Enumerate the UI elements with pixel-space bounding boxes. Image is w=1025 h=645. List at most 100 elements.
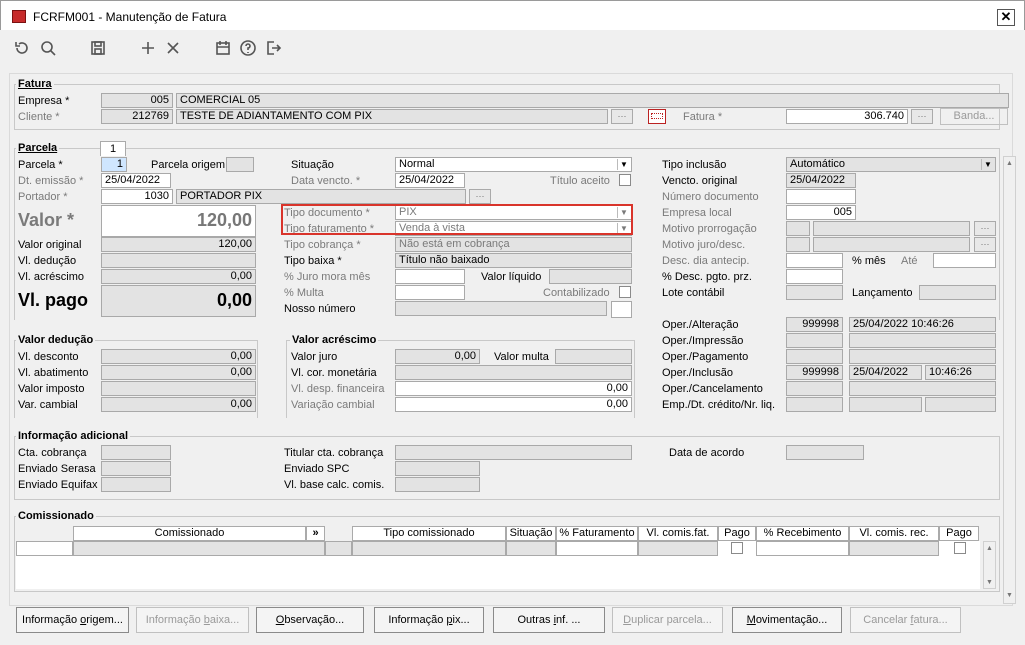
oper-cancelamento-label: Oper./Cancelamento	[662, 383, 763, 395]
info-pix-button[interactable]: Informação pix...	[374, 607, 484, 633]
col-tipo-comissionado[interactable]: Tipo comissionado	[352, 526, 506, 541]
save-icon[interactable]	[87, 37, 109, 59]
empresa-name-field: COMERCIAL 05	[176, 93, 1009, 108]
dt-emissao-field[interactable]: 25/04/2022	[101, 173, 171, 188]
fatura-lookup-button[interactable]: ⋯	[911, 109, 933, 124]
oper-alteracao-user: 999998	[786, 317, 843, 332]
cliente-label: Cliente *	[18, 111, 60, 123]
desc-dia-field[interactable]	[786, 253, 843, 268]
comissionado-row-pct-fat[interactable]	[556, 541, 638, 556]
desp-financeira-label: Vl. desp. financeira	[291, 383, 385, 395]
title-bar: FCRFM001 - Manutenção de Fatura ✕	[0, 0, 1025, 30]
titulo-aceito-checkbox[interactable]	[619, 174, 631, 186]
info-origem-button[interactable]: Informação origem...	[16, 607, 129, 633]
oper-inclusao-user: 999998	[786, 365, 843, 380]
valor-field[interactable]: 120,00	[101, 205, 256, 237]
empresa-local-label: Empresa local	[662, 207, 732, 219]
exit-icon[interactable]	[262, 37, 284, 59]
chevron-down-icon: ▼	[981, 159, 994, 170]
tipo-inclusao-value: Automático	[790, 158, 846, 170]
fatura-number-field[interactable]: 306.740	[786, 109, 908, 124]
delete-icon[interactable]	[162, 37, 184, 59]
desc-dia-label: Desc. dia antecip.	[662, 255, 750, 267]
portador-code-field[interactable]: 1030	[101, 189, 173, 204]
valor-original-label: Valor original	[18, 239, 82, 251]
col-pago-rec[interactable]: Pago	[939, 526, 979, 541]
tipo-baixa-field: Título não baixado	[395, 253, 632, 268]
observacao-button[interactable]: Observação...	[256, 607, 364, 633]
lancamento-label: Lançamento	[852, 287, 913, 299]
movimentacao-button[interactable]: Movimentação...	[732, 607, 842, 633]
col-pct-recebimento[interactable]: % Recebimento	[756, 526, 849, 541]
info-baixa-button[interactable]: Informação baixa...	[136, 607, 249, 633]
comissionado-row-code[interactable]	[16, 541, 73, 556]
tab-parcela-1[interactable]: 1	[100, 141, 126, 156]
emp-credito-date	[849, 397, 922, 412]
oper-inclusao-date: 25/04/2022	[849, 365, 922, 380]
col-pct-faturamento[interactable]: % Faturamento	[556, 526, 638, 541]
motivo-prorrog-lookup[interactable]: ⋯	[974, 221, 996, 236]
banda-button[interactable]: Banda...	[940, 108, 1008, 125]
comissionado-row-pct-rec[interactable]	[756, 541, 849, 556]
col-situacao[interactable]: Situação	[506, 526, 556, 541]
close-button[interactable]: ✕	[997, 9, 1015, 26]
calendar-icon[interactable]	[212, 37, 234, 59]
outras-inf-button[interactable]: Outras inf. ...	[493, 607, 605, 633]
titular-cta-label: Titular cta. cobrança	[284, 447, 384, 459]
empresa-code-field[interactable]: 005	[101, 93, 173, 108]
cliente-lookup-button[interactable]: ⋯	[611, 109, 633, 124]
multa-field[interactable]	[395, 285, 465, 300]
tipo-inclusao-select[interactable]: Automático ▼	[786, 157, 996, 172]
col-expand[interactable]: »	[306, 526, 325, 541]
comissionado-row-vl-rec	[849, 541, 939, 556]
comissionado-row-pago-rec-checkbox[interactable]	[954, 542, 966, 554]
oper-alteracao-label: Oper./Alteração	[662, 319, 739, 331]
juro-mora-field[interactable]	[395, 269, 465, 284]
dt-vencto-label: Data vencto. *	[291, 175, 361, 187]
enviado-spc-label: Enviado SPC	[284, 463, 350, 475]
vl-acrescimo-field: 0,00	[101, 269, 256, 284]
oper-pagamento-label: Oper./Pagamento	[662, 351, 749, 363]
dt-vencto-field[interactable]: 25/04/2022	[395, 173, 465, 188]
col-vl-comis-rec[interactable]: Vl. comis. rec.	[849, 526, 939, 541]
help-icon[interactable]	[237, 37, 259, 59]
motivo-juro-lookup[interactable]: ⋯	[974, 237, 996, 252]
oper-pagamento-datetime	[849, 349, 996, 364]
cancelar-fatura-button[interactable]: Cancelar fatura...	[850, 607, 961, 633]
main-scrollbar[interactable]: ▲ ▼	[1003, 156, 1016, 604]
enviado-equifax-field	[101, 477, 171, 492]
tipo-inclusao-label: Tipo inclusão	[662, 159, 727, 171]
desc-pgto-field[interactable]	[786, 269, 843, 284]
cliente-code-field[interactable]: 212769	[101, 109, 173, 124]
comissionado-scrollbar[interactable]: ▲ ▼	[983, 541, 996, 589]
oper-impressao-label: Oper./Impressão	[662, 335, 744, 347]
numero-doc-field[interactable]	[786, 189, 856, 204]
col-vl-comis-fat[interactable]: Vl. comis.fat.	[638, 526, 718, 541]
vl-acrescimo-label: Vl. acréscimo	[18, 271, 85, 283]
nosso-numero-digit-field[interactable]	[611, 301, 632, 318]
comissionado-row-pago-fat-checkbox[interactable]	[731, 542, 743, 554]
lancamento-field	[919, 285, 996, 300]
oper-impressao-datetime	[849, 333, 996, 348]
situacao-select[interactable]: Normal ▼	[395, 157, 632, 172]
undo-icon[interactable]	[11, 37, 33, 59]
duplicar-parcela-button[interactable]: Duplicar parcela...	[612, 607, 723, 633]
add-icon[interactable]	[137, 37, 159, 59]
ate-field[interactable]	[933, 253, 996, 268]
empresa-local-field[interactable]: 005	[786, 205, 856, 220]
portador-lookup-button[interactable]: ⋯	[469, 189, 491, 204]
calendar-picker-icon[interactable]	[648, 109, 666, 124]
cta-cobranca-field	[101, 445, 171, 460]
desp-financeira-field[interactable]: 0,00	[395, 381, 632, 396]
enviado-equifax-label: Enviado Equifax	[18, 479, 98, 491]
comissionado-row-tipo	[352, 541, 506, 556]
parcela-field[interactable]: 1	[101, 157, 127, 172]
variacao-cambial-field[interactable]: 0,00	[395, 397, 632, 412]
search-icon[interactable]	[37, 37, 59, 59]
col-comissionado[interactable]: Comissionado	[73, 526, 306, 541]
col-pago-fat[interactable]: Pago	[718, 526, 756, 541]
contabilizado-checkbox[interactable]	[619, 286, 631, 298]
oper-impressao-user	[786, 333, 843, 348]
desc-pgto-label: % Desc. pgto. prz.	[662, 271, 752, 283]
comissionado-title: Comissionado	[16, 510, 96, 522]
